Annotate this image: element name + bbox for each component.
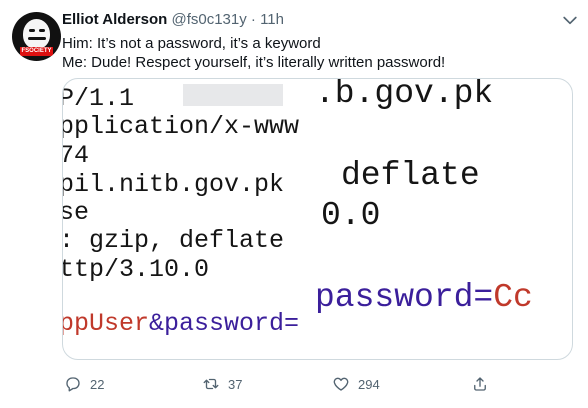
tweet-actions: 22 37 294	[62, 372, 502, 396]
code-password-param: password=	[315, 279, 494, 316]
blurred-region	[183, 84, 283, 106]
avatar-mustache	[28, 37, 46, 40]
tweet-text: Him: It’s not a password, it’s a keyword…	[62, 34, 572, 72]
chevron-down-icon[interactable]	[560, 10, 580, 30]
like-count: 294	[358, 376, 380, 392]
tweet-image[interactable]: P/1.1 pplication/x-www 74 pil.nitb.gov.p…	[62, 78, 573, 360]
reply-count: 22	[90, 376, 105, 392]
heart-icon	[333, 377, 349, 391]
code-password-param: &password=	[149, 309, 300, 338]
code-line: se	[62, 198, 90, 227]
image-right-pane: .b.gov.pk deflate 0.0 password=Cc	[315, 79, 572, 359]
retweet-button[interactable]: 37	[202, 372, 242, 396]
code-password-value: Cc	[493, 279, 533, 316]
tweet-line-2: Me: Dude! Respect yourself, it’s literal…	[62, 54, 446, 71]
tweet-line-1: Him: It’s not a password, it’s a keyword	[62, 35, 321, 52]
code-line-password: ppUser&password=	[62, 309, 300, 338]
like-button[interactable]: 294	[332, 372, 380, 396]
avatar-eye-right	[39, 29, 45, 32]
retweet-icon	[203, 378, 219, 390]
separator-dot: ·	[250, 11, 256, 28]
image-left-pane: P/1.1 pplication/x-www 74 pil.nitb.gov.p…	[63, 79, 315, 359]
code-line-password: password=Cc	[315, 279, 533, 316]
share-icon	[474, 377, 486, 391]
code-line: .b.gov.pk	[315, 78, 494, 112]
author-handle[interactable]: @fs0c131y	[171, 11, 246, 28]
author-name[interactable]: Elliot Alderson	[62, 11, 167, 28]
code-line: 0.0	[321, 197, 381, 234]
avatar[interactable]: FSOCIETY	[12, 12, 61, 61]
code-line: ttp/3.10.0	[62, 255, 210, 284]
code-user-field: ppUser	[62, 309, 150, 338]
tweet-header: Elliot Alderson @fs0c131y · 11h	[62, 10, 284, 30]
tweet: FSOCIETY Elliot Alderson @fs0c131y · 11h…	[0, 0, 588, 408]
code-line: : gzip, deflate	[62, 226, 285, 255]
retweet-count: 37	[228, 376, 243, 392]
reply-button[interactable]: 22	[64, 372, 104, 396]
timestamp[interactable]: 11h	[260, 11, 284, 28]
reply-icon	[66, 377, 80, 392]
code-line: pplication/x-www	[62, 112, 300, 141]
mask-icon	[23, 19, 50, 49]
avatar-eye-left	[29, 29, 35, 32]
code-line: 74	[62, 141, 90, 170]
share-button[interactable]	[471, 372, 489, 396]
code-line: pil.nitb.gov.pk	[62, 170, 285, 199]
code-line: P/1.1	[62, 84, 135, 113]
avatar-badge: FSOCIETY	[20, 47, 53, 56]
code-line: deflate	[341, 157, 480, 194]
